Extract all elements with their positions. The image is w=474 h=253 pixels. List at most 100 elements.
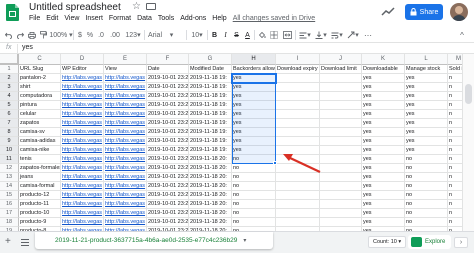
table-cell[interactable]: 2019-11-18 19: xyxy=(189,83,232,92)
table-cell[interactable]: 2019-11-18 19: xyxy=(189,146,232,155)
table-cell[interactable]: yes xyxy=(232,74,276,83)
column-header-l[interactable]: L xyxy=(405,54,448,65)
header-cell[interactable]: Manage stock xyxy=(405,65,448,74)
table-cell[interactable]: shirt xyxy=(19,83,61,92)
table-cell[interactable]: 2019-11-18 19: xyxy=(189,74,232,83)
paint-format-icon[interactable] xyxy=(38,29,48,41)
zoom-select[interactable]: 100% ▾ xyxy=(49,29,72,41)
undo-icon[interactable] xyxy=(4,29,14,41)
table-cell[interactable]: 2019-10-01 23:2 xyxy=(147,164,189,173)
table-cell[interactable]: http://labs.vegas xyxy=(104,83,147,92)
header-cell[interactable]: Date xyxy=(147,65,189,74)
row-header[interactable]: 7 xyxy=(0,119,19,128)
table-cell[interactable]: yes xyxy=(232,110,276,119)
table-cell[interactable] xyxy=(320,74,362,83)
more-formats-button[interactable]: 123 ▾ xyxy=(124,29,142,41)
table-cell[interactable] xyxy=(276,110,320,119)
header-cell[interactable]: Modified Date xyxy=(189,65,232,74)
menu-file[interactable]: File xyxy=(29,15,40,22)
horizontal-align-icon[interactable]: ▾ xyxy=(298,29,312,41)
table-cell[interactable]: 2019-10-01 23:2 xyxy=(147,191,189,200)
table-cell[interactable]: 2019-10-01 23:2 xyxy=(147,137,189,146)
row-header[interactable]: 11 xyxy=(0,155,19,164)
table-cell[interactable]: yes xyxy=(362,137,405,146)
table-cell[interactable]: yes xyxy=(405,83,448,92)
table-cell[interactable]: http://labs.vegas xyxy=(104,218,147,227)
row-header[interactable]: 17 xyxy=(0,209,19,218)
table-cell[interactable]: 2019-11-18 19: xyxy=(189,128,232,137)
table-cell[interactable]: yes xyxy=(362,173,405,182)
table-cell[interactable]: yes xyxy=(362,92,405,101)
table-cell[interactable]: http://labs.vegas xyxy=(61,83,104,92)
row-header[interactable]: 15 xyxy=(0,191,19,200)
table-cell[interactable]: http://labs.vegas xyxy=(104,155,147,164)
table-cell[interactable] xyxy=(276,83,320,92)
table-cell[interactable] xyxy=(320,128,362,137)
increase-decimal-button[interactable]: .00 xyxy=(108,29,122,41)
selection-count[interactable]: Count: 10 ▾ xyxy=(368,236,407,248)
add-sheet-button[interactable]: + xyxy=(5,237,11,247)
table-cell[interactable]: http://labs.vegas xyxy=(61,218,104,227)
merge-cells-icon[interactable] xyxy=(281,29,293,41)
table-cell[interactable]: http://labs.vegas xyxy=(104,101,147,110)
table-cell[interactable] xyxy=(276,74,320,83)
table-cell[interactable]: yes xyxy=(232,119,276,128)
table-cell[interactable]: producto-11 xyxy=(19,200,61,209)
table-cell[interactable]: no xyxy=(405,173,448,182)
row-header[interactable]: 9 xyxy=(0,137,19,146)
table-cell[interactable]: http://labs.vegas xyxy=(104,110,147,119)
table-cell[interactable]: camisa-adidas xyxy=(19,137,61,146)
table-cell[interactable]: http://labs.vegas xyxy=(104,191,147,200)
table-cell[interactable]: 2019-11-18 20: xyxy=(189,191,232,200)
table-cell[interactable] xyxy=(276,119,320,128)
folder-icon[interactable] xyxy=(146,3,156,10)
table-cell[interactable]: no xyxy=(405,209,448,218)
menu-addons[interactable]: Add-ons xyxy=(180,15,206,22)
table-cell[interactable]: http://labs.vegas xyxy=(104,164,147,173)
table-cell[interactable]: yes xyxy=(362,209,405,218)
table-cell[interactable]: yes xyxy=(405,146,448,155)
table-cell[interactable]: yes xyxy=(232,137,276,146)
table-cell[interactable]: yes xyxy=(405,119,448,128)
table-cell[interactable]: yes xyxy=(362,74,405,83)
table-cell[interactable]: no xyxy=(405,200,448,209)
table-cell[interactable]: 2019-10-01 23:2 xyxy=(147,110,189,119)
table-cell[interactable]: http://labs.vegas xyxy=(61,74,104,83)
column-header-j[interactable]: J xyxy=(320,54,362,65)
vertical-scrollbar[interactable] xyxy=(462,54,474,231)
text-color-button[interactable]: A xyxy=(243,29,252,41)
row-header[interactable]: 12 xyxy=(0,164,19,173)
scrollbar-thumb[interactable] xyxy=(465,84,472,104)
table-cell[interactable]: no xyxy=(405,164,448,173)
table-cell[interactable]: http://labs.vegas xyxy=(104,128,147,137)
table-cell[interactable]: 2019-11-18 19: xyxy=(189,101,232,110)
table-cell[interactable]: no xyxy=(232,173,276,182)
table-cell[interactable]: yes xyxy=(362,164,405,173)
row-header[interactable]: 8 xyxy=(0,128,19,137)
table-cell[interactable] xyxy=(320,155,362,164)
row-header[interactable]: 10 xyxy=(0,146,19,155)
table-cell[interactable]: yes xyxy=(362,83,405,92)
table-cell[interactable]: no xyxy=(232,164,276,173)
column-header-g[interactable]: G xyxy=(189,54,232,65)
table-cell[interactable] xyxy=(320,173,362,182)
percent-button[interactable]: % xyxy=(86,29,94,41)
column-header-k[interactable]: K xyxy=(362,54,405,65)
table-cell[interactable]: no xyxy=(405,182,448,191)
table-cell[interactable]: yes xyxy=(362,155,405,164)
table-cell[interactable]: http://labs.vegas xyxy=(61,110,104,119)
table-cell[interactable] xyxy=(276,101,320,110)
table-cell[interactable]: no xyxy=(232,200,276,209)
sheet-tab-caret[interactable]: ▾ xyxy=(243,237,246,244)
table-cell[interactable]: producto-12 xyxy=(19,191,61,200)
row-header[interactable]: 2 xyxy=(0,74,19,83)
row-header[interactable]: 18 xyxy=(0,218,19,227)
table-cell[interactable]: 2019-11-18 19: xyxy=(189,119,232,128)
table-cell[interactable]: producto-9 xyxy=(19,218,61,227)
table-cell[interactable]: 2019-10-01 23:2 xyxy=(147,146,189,155)
header-cell[interactable]: Backorders allowed? xyxy=(232,65,276,74)
table-cell[interactable]: 2019-10-01 23:2 xyxy=(147,209,189,218)
table-cell[interactable] xyxy=(320,92,362,101)
font-size-select[interactable]: 10 ▾ xyxy=(189,29,205,41)
font-select[interactable]: Arial ▾ xyxy=(148,29,184,41)
